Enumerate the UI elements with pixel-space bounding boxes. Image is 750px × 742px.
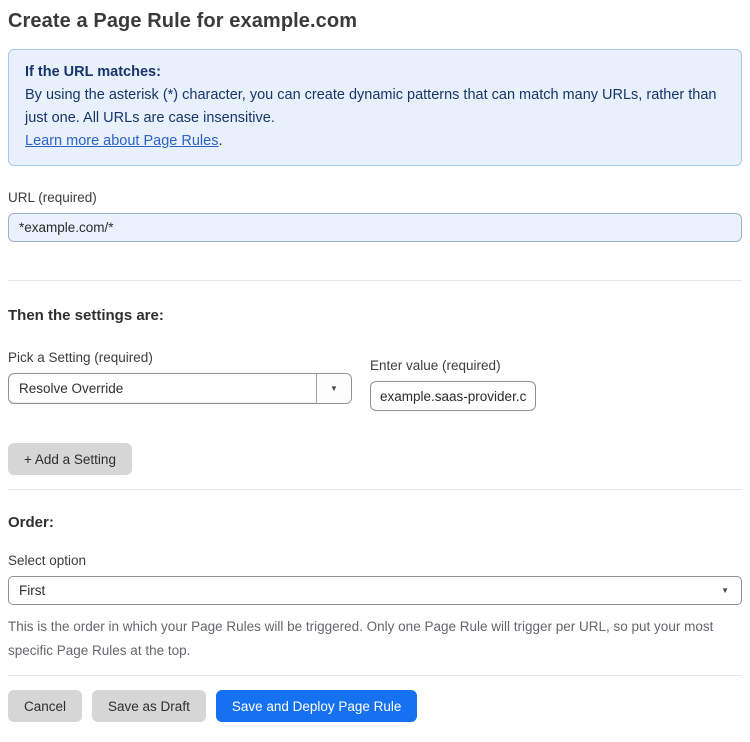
info-box-heading: If the URL matches: [25,64,161,80]
save-and-deploy-button[interactable]: Save and Deploy Page Rule [215,690,418,722]
url-match-info-box: If the URL matches: By using the asteris… [8,49,742,166]
save-as-draft-button[interactable]: Save as Draft [92,690,206,722]
create-page-rule-panel: Create a Page Rule for example.com If th… [0,0,750,742]
dropdown-caret-button[interactable]: ▼ [316,374,351,403]
learn-more-link[interactable]: Learn more about Page Rules [25,133,218,149]
info-box-body: By using the asterisk (*) character, you… [25,87,717,126]
setting-value-label: Enter value (required) [370,358,501,373]
form-actions: Cancel Save as Draft Save and Deploy Pag… [8,690,742,722]
setting-row: Pick a Setting (required) Resolve Overri… [8,350,742,411]
setting-picker-selected-value: Resolve Override [19,381,124,396]
link-suffix: . [218,133,223,149]
setting-picker-dropdown[interactable]: Resolve Override ▼ [8,373,352,404]
add-setting-button[interactable]: + Add a Setting [8,443,132,475]
divider [8,489,742,490]
setting-picker-column: Pick a Setting (required) Resolve Overri… [8,350,352,404]
order-selected-value: First [19,583,46,598]
chevron-down-icon: ▼ [721,585,729,595]
order-select-label: Select option [8,553,87,568]
order-dropdown[interactable]: First ▼ [8,576,742,605]
order-section-heading: Order: [8,514,54,531]
divider [8,675,742,676]
url-input[interactable] [8,213,742,242]
setting-value-input[interactable] [370,381,536,411]
url-field-label: URL (required) [8,190,97,205]
divider [8,280,742,281]
info-box-link-line: Learn more about Page Rules. [25,130,725,153]
cancel-button[interactable]: Cancel [8,690,83,722]
chevron-down-icon: ▼ [330,383,338,393]
order-help-text: This is the order in which your Page Rul… [8,619,714,658]
setting-value-column: Enter value (required) [370,358,536,411]
settings-section-heading: Then the settings are: [8,307,164,324]
setting-picker-label: Pick a Setting (required) [8,350,153,365]
page-title: Create a Page Rule for example.com [8,10,358,32]
